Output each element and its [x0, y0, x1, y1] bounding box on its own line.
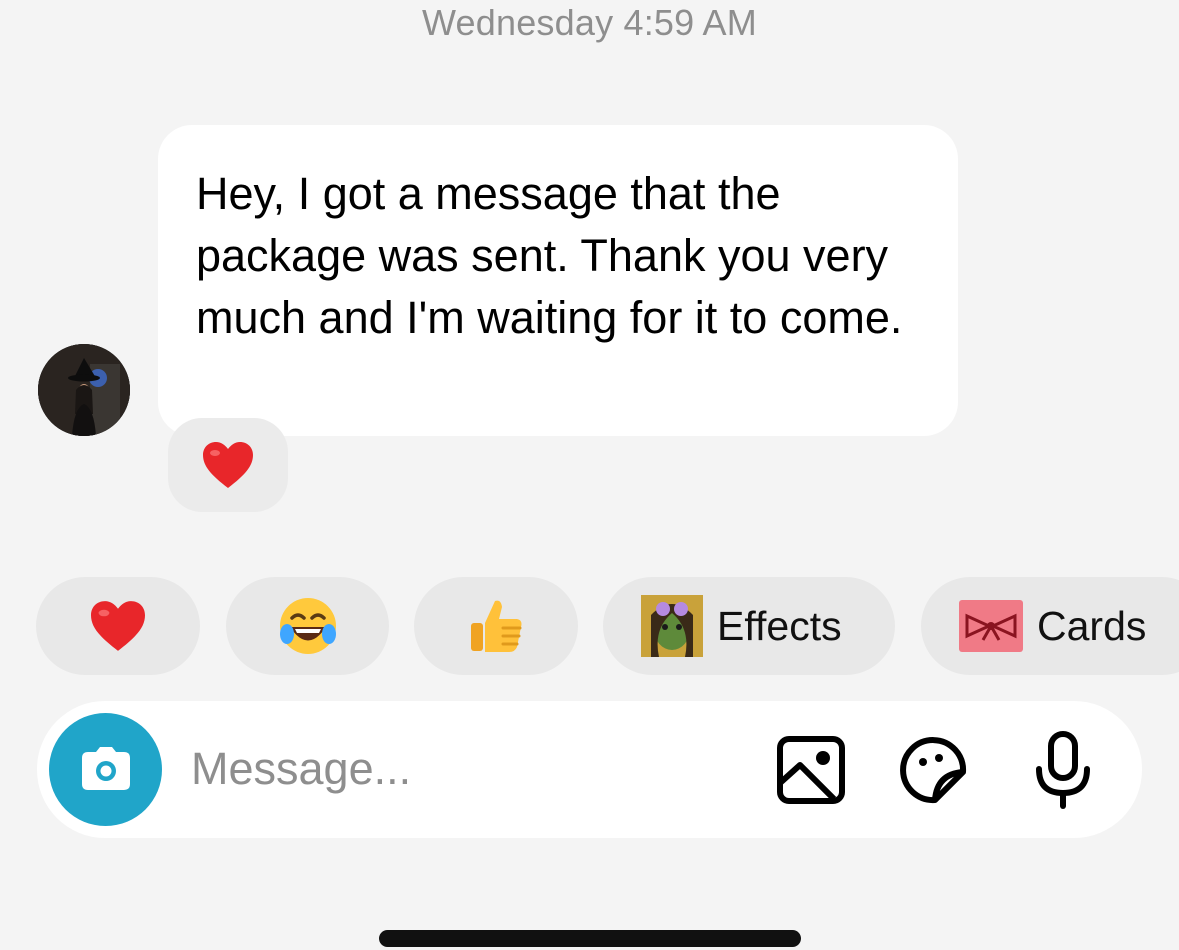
- message-timestamp: Wednesday 4:59 AM: [422, 2, 757, 43]
- quick-reactions-bar: Effects Cards: [0, 577, 1179, 675]
- message-composer: [37, 701, 1142, 838]
- gallery-icon: [777, 736, 845, 804]
- heart-emoji-icon: [203, 442, 253, 488]
- sticker-icon: [900, 737, 967, 804]
- heart-emoji-icon: [91, 601, 145, 651]
- gallery-button[interactable]: [775, 734, 847, 806]
- thumbs-up-reaction-button[interactable]: [414, 577, 578, 675]
- cards-label: Cards: [1037, 602, 1147, 649]
- laughing-emoji-icon: [279, 598, 336, 654]
- camera-button[interactable]: [49, 713, 162, 826]
- home-indicator[interactable]: [379, 930, 801, 947]
- message-text: Hey, I got a message that the package wa…: [196, 168, 903, 343]
- microphone-button[interactable]: [1027, 731, 1099, 809]
- sticker-button[interactable]: [897, 734, 969, 806]
- message-bubble[interactable]: Hey, I got a message that the package wa…: [158, 125, 958, 436]
- message-reaction[interactable]: [168, 418, 288, 512]
- cards-thumbnail-icon: [959, 600, 1023, 652]
- effects-thumbnail-icon: [641, 595, 703, 657]
- heart-reaction-button[interactable]: [36, 577, 200, 675]
- laugh-reaction-button[interactable]: [226, 577, 389, 675]
- effects-button[interactable]: Effects: [603, 577, 895, 675]
- sender-avatar[interactable]: [38, 344, 130, 436]
- microphone-icon: [1036, 731, 1090, 809]
- effects-label: Effects: [717, 602, 842, 649]
- thumbs-up-emoji-icon: [471, 600, 522, 652]
- message-input[interactable]: [191, 739, 751, 799]
- cards-button[interactable]: Cards: [921, 577, 1179, 675]
- camera-icon: [81, 746, 130, 790]
